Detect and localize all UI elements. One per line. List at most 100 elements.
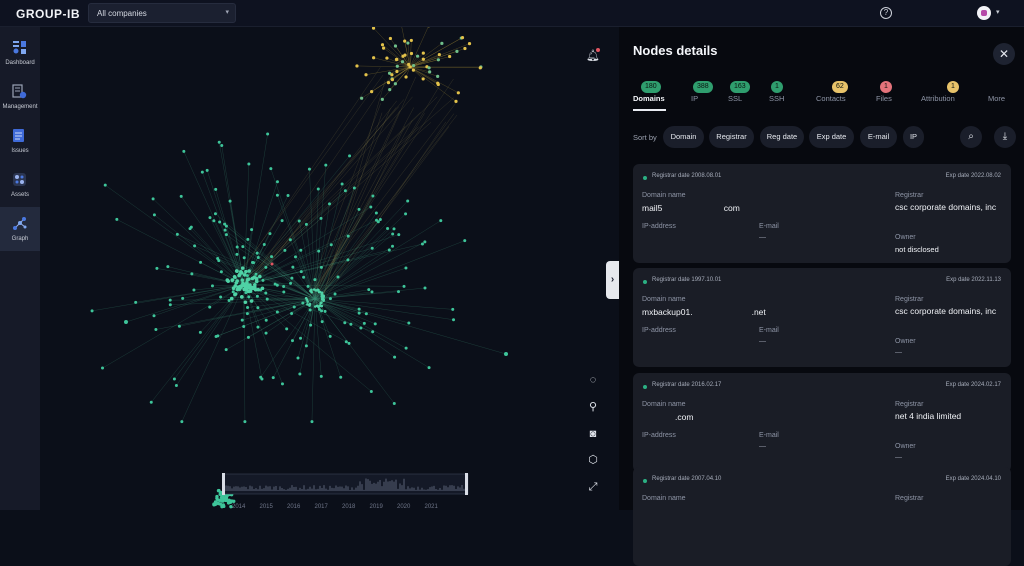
graph-node	[235, 253, 238, 256]
sort-by-reg-date-button[interactable]: Reg date	[760, 126, 804, 148]
camera-icon[interactable]: ◙	[584, 425, 602, 443]
registrar-date: Registrar date 2007.04.10	[652, 476, 721, 482]
domain-card[interactable]: Registrar date 1997.10.01Exp date 2022.1…	[633, 268, 1011, 367]
graph-node	[386, 227, 389, 230]
search-icon[interactable]: ⌕	[960, 126, 982, 148]
graph-node	[250, 299, 254, 303]
domain-card[interactable]: Registrar date 2016.02.17Exp date 2024.0…	[633, 373, 1011, 472]
graph-node	[169, 303, 172, 306]
graph-node	[504, 352, 508, 356]
graph-node	[365, 312, 368, 315]
graph-node	[261, 279, 264, 282]
graph-node	[243, 256, 246, 259]
graph-node	[344, 189, 347, 192]
graph-node	[355, 64, 358, 67]
graph-node	[241, 245, 244, 248]
graph-node	[329, 335, 332, 338]
graph-node	[305, 344, 308, 347]
sort-by-exp-date-button[interactable]: Exp date	[809, 126, 854, 148]
graph-node	[341, 182, 344, 185]
graph-node	[321, 298, 324, 301]
tab-more[interactable]: More	[988, 94, 1005, 103]
graph-node	[328, 202, 331, 205]
tab-ip[interactable]: IP	[691, 94, 698, 103]
graph-node	[346, 258, 349, 261]
graph-node	[247, 162, 250, 165]
company-select[interactable]: All companies ▾	[88, 3, 236, 23]
email-value: —	[759, 338, 766, 345]
graph-node	[291, 266, 294, 269]
sidebar-item-management[interactable]: Management	[0, 75, 40, 119]
graph-node	[175, 384, 178, 387]
graph-node	[454, 100, 457, 103]
sidebar-item-dashboard[interactable]: Dashboard	[0, 31, 40, 75]
graph-node	[178, 325, 181, 328]
graph-node	[358, 308, 361, 311]
graph-node	[276, 194, 279, 197]
graph-node	[293, 305, 296, 308]
graph-node	[437, 58, 440, 61]
email-label: E-mail	[759, 327, 779, 334]
graph-node	[406, 41, 409, 44]
brand-logo[interactable]: GROUP-IB	[16, 7, 80, 21]
registrar-value: csc corporate domains, inc	[895, 306, 1007, 317]
graph-node	[182, 150, 185, 153]
nodes-details-panel: Nodes details ✕ Domains180IP388SSL163SSH…	[619, 27, 1024, 510]
chevron-down-icon[interactable]: ▾	[996, 8, 1000, 16]
collapse-panel-button[interactable]: ›	[606, 261, 619, 299]
avatar[interactable]	[977, 6, 991, 20]
tab-files[interactable]: Files	[876, 94, 892, 103]
graph-node	[407, 321, 410, 324]
sidebar-item-assets[interactable]: Assets	[0, 163, 40, 207]
location-pin-icon[interactable]: ⚲	[584, 398, 602, 416]
sort-by-registrar-button[interactable]: Registrar	[709, 126, 754, 148]
graph-node	[394, 82, 397, 85]
graph-node	[391, 78, 394, 81]
tab-contacts[interactable]: Contacts	[816, 94, 846, 103]
tab-domains[interactable]: Domains	[633, 94, 665, 103]
graph-node	[189, 227, 192, 230]
tab-ssh[interactable]: SSH	[769, 94, 784, 103]
registrar-label: Registrar	[895, 192, 923, 199]
graph-node	[251, 277, 255, 281]
graph-node	[247, 295, 250, 298]
sort-by-e-mail-button[interactable]: E-mail	[860, 126, 897, 148]
graph-node	[336, 275, 339, 278]
help-icon[interactable]: ?	[880, 7, 892, 19]
graph-node	[347, 235, 350, 238]
sort-by-domain-button[interactable]: Domain	[663, 126, 704, 148]
graph-node	[231, 278, 235, 282]
graph-node	[265, 332, 268, 335]
graph-node	[199, 261, 202, 264]
registrar-label: Registrar	[895, 296, 923, 303]
graph-node	[225, 348, 228, 351]
close-icon[interactable]: ✕	[993, 43, 1015, 65]
sidebar: Dashboard Management Issues Assets Graph	[0, 27, 40, 510]
timeline-year-label: 2021	[425, 504, 439, 510]
domain-card[interactable]: Registrar date 2007.04.10Exp date 2024.0…	[633, 467, 1011, 566]
fullscreen-icon[interactable]: ⤢	[584, 478, 602, 496]
graph-node	[330, 243, 333, 246]
network-graph[interactable]: 20142015201620172018201920202021	[40, 27, 618, 510]
graph-canvas[interactable]: 20142015201620172018201920202021 🔔︎ ◌ ⚲ …	[40, 27, 618, 510]
graph-node	[313, 278, 316, 281]
graph-node	[404, 212, 407, 215]
timeline[interactable]: 20142015201620172018201920202021	[222, 473, 468, 510]
graph-node	[391, 245, 394, 248]
domain-name-value: .com	[642, 412, 693, 422]
tab-ssl[interactable]: SSL	[728, 94, 742, 103]
graph-node	[281, 382, 284, 385]
graph-node	[397, 233, 400, 236]
sort-by-ip-button[interactable]: IP	[903, 126, 924, 148]
tab-attribution[interactable]: Attribution	[921, 94, 955, 103]
cube-icon[interactable]: ⬡	[584, 451, 602, 469]
graph-node	[272, 376, 275, 379]
download-icon[interactable]: ⤓	[994, 126, 1016, 148]
lasso-icon[interactable]: ◌	[584, 371, 602, 389]
domain-card[interactable]: Registrar date 2008.08.01Exp date 2022.0…	[633, 164, 1011, 263]
timeline-year-label: 2017	[315, 504, 329, 510]
sidebar-item-graph[interactable]: Graph	[0, 207, 40, 251]
sidebar-item-issues[interactable]: Issues	[0, 119, 40, 163]
graph-node	[218, 220, 221, 223]
timeline-year-label: 2016	[287, 504, 301, 510]
